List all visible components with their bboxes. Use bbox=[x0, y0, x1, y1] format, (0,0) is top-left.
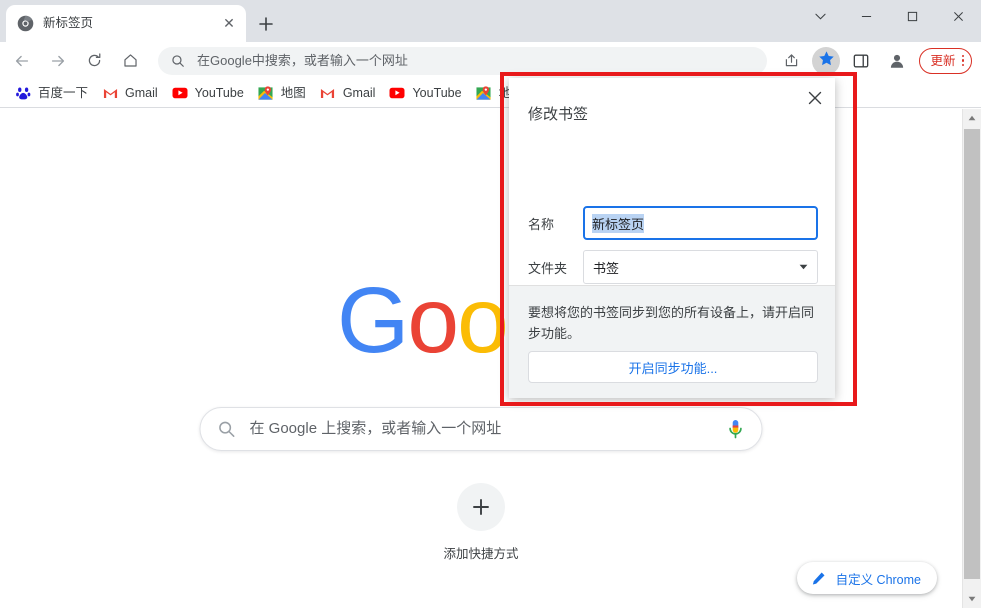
chevron-down-icon bbox=[799, 262, 808, 272]
customize-chrome-label: 自定义 Chrome bbox=[835, 572, 921, 587]
maps-icon bbox=[258, 85, 274, 101]
bookmark-folder-select[interactable]: 书签 bbox=[583, 250, 818, 284]
scroll-up-arrow-icon[interactable] bbox=[963, 109, 981, 127]
bookmark-maps-1[interactable]: 地图 bbox=[251, 81, 313, 105]
maps-icon bbox=[476, 85, 492, 101]
edit-bookmark-dialog: 修改书签 名称 新标签页 文件夹 书签 更多... 完成 移除 要想将您的书签同… bbox=[509, 78, 835, 398]
search-icon bbox=[217, 419, 237, 439]
add-shortcut-tile[interactable]: 添加快捷方式 bbox=[425, 483, 537, 562]
bookmark-folder-label: 文件夹 bbox=[528, 260, 568, 276]
ntp-search-placeholder: 在 Google 上搜索，或者输入一个网址 bbox=[249, 420, 502, 437]
bookmark-youtube-1[interactable]: YouTube bbox=[165, 81, 251, 105]
bookmark-star-button[interactable] bbox=[812, 46, 841, 75]
bookmark-label: 地图 bbox=[280, 86, 306, 100]
address-bar[interactable]: 在Google中搜索，或者输入一个网址 bbox=[158, 46, 768, 75]
page-scrollbar[interactable] bbox=[962, 109, 981, 608]
window-controls bbox=[797, 0, 981, 42]
star-filled-icon bbox=[818, 50, 835, 72]
close-icon[interactable] bbox=[935, 0, 981, 32]
youtube-icon bbox=[389, 85, 405, 101]
maximize-icon[interactable] bbox=[889, 0, 935, 32]
forward-arrow-icon[interactable] bbox=[43, 46, 73, 76]
microphone-icon[interactable] bbox=[726, 417, 746, 441]
bookmark-gmail-2[interactable]: Gmail bbox=[313, 81, 383, 105]
bookmark-folder-value: 书签 bbox=[593, 260, 620, 276]
profile-avatar-icon[interactable] bbox=[882, 46, 912, 76]
logo-letter: o bbox=[407, 268, 459, 372]
scroll-down-arrow-icon[interactable] bbox=[963, 590, 981, 608]
new-tab-button[interactable] bbox=[252, 10, 280, 38]
sync-promo-section: 要想将您的书签同步到您的所有设备上，请开启同步功能。 开启同步功能... bbox=[509, 285, 835, 398]
customize-chrome-button[interactable]: 自定义 Chrome bbox=[796, 562, 937, 594]
bookmark-label: 百度一下 bbox=[38, 86, 89, 100]
gmail-icon bbox=[320, 85, 336, 101]
share-icon[interactable] bbox=[776, 46, 806, 76]
update-label: 更新 bbox=[930, 53, 956, 68]
bookmark-name-label: 名称 bbox=[528, 216, 555, 232]
bookmark-baidu[interactable]: 百度一下 bbox=[8, 81, 95, 105]
add-shortcut-label: 添加快捷方式 bbox=[443, 547, 519, 561]
bookmark-label: YouTube bbox=[412, 86, 462, 100]
bookmark-name-input[interactable]: 新标签页 bbox=[583, 206, 818, 240]
plus-icon[interactable] bbox=[457, 483, 505, 531]
back-arrow-icon[interactable] bbox=[7, 46, 37, 76]
bookmark-name-row: 名称 新标签页 bbox=[528, 206, 818, 240]
browser-toolbar: 在Google中搜索，或者输入一个网址 更新 bbox=[0, 42, 981, 79]
chrome-browser-window: 新标签页 ✕ 在Google中搜索，或者输入一个网址 更新 百度一下 Gmail… bbox=[0, 0, 981, 608]
bookmark-label: Gmail bbox=[125, 86, 158, 100]
youtube-icon bbox=[172, 85, 188, 101]
tab-search-chevron-down-icon[interactable] bbox=[797, 0, 843, 32]
dialog-title: 修改书签 bbox=[528, 106, 589, 123]
bookmark-gmail-1[interactable]: Gmail bbox=[95, 81, 165, 105]
logo-letter: o bbox=[457, 268, 509, 372]
chrome-icon bbox=[17, 15, 34, 32]
reload-icon[interactable] bbox=[79, 46, 109, 76]
bookmark-youtube-2[interactable]: YouTube bbox=[382, 81, 468, 105]
update-button[interactable]: 更新 bbox=[919, 47, 972, 74]
close-icon[interactable]: ✕ bbox=[220, 15, 238, 33]
baidu-icon bbox=[15, 85, 31, 101]
gmail-icon bbox=[102, 85, 118, 101]
three-dot-menu-icon[interactable] bbox=[961, 54, 964, 67]
ntp-search-box[interactable]: 在 Google 上搜索，或者输入一个网址 bbox=[199, 407, 763, 451]
bookmark-label: Gmail bbox=[342, 86, 376, 100]
browser-tab[interactable]: 新标签页 ✕ bbox=[6, 5, 246, 42]
turn-on-sync-button[interactable]: 开启同步功能... bbox=[528, 351, 818, 383]
tab-title: 新标签页 bbox=[43, 16, 94, 30]
tab-strip: 新标签页 ✕ bbox=[0, 0, 981, 42]
side-panel-icon[interactable] bbox=[846, 46, 876, 76]
bookmark-name-value: 新标签页 bbox=[592, 213, 645, 233]
pencil-icon bbox=[811, 570, 827, 586]
minimize-icon[interactable] bbox=[843, 0, 889, 32]
close-icon[interactable] bbox=[801, 84, 829, 112]
scrollbar-thumb[interactable] bbox=[964, 129, 980, 579]
home-icon[interactable] bbox=[115, 46, 145, 76]
address-bar-text: 在Google中搜索，或者输入一个网址 bbox=[197, 52, 408, 68]
search-icon bbox=[170, 53, 186, 69]
sync-promo-message: 要想将您的书签同步到您的所有设备上，请开启同步功能。 bbox=[528, 305, 815, 341]
bookmark-folder-row: 文件夹 书签 bbox=[528, 250, 818, 284]
bookmark-label: YouTube bbox=[194, 86, 244, 100]
logo-letter: G bbox=[337, 268, 409, 372]
